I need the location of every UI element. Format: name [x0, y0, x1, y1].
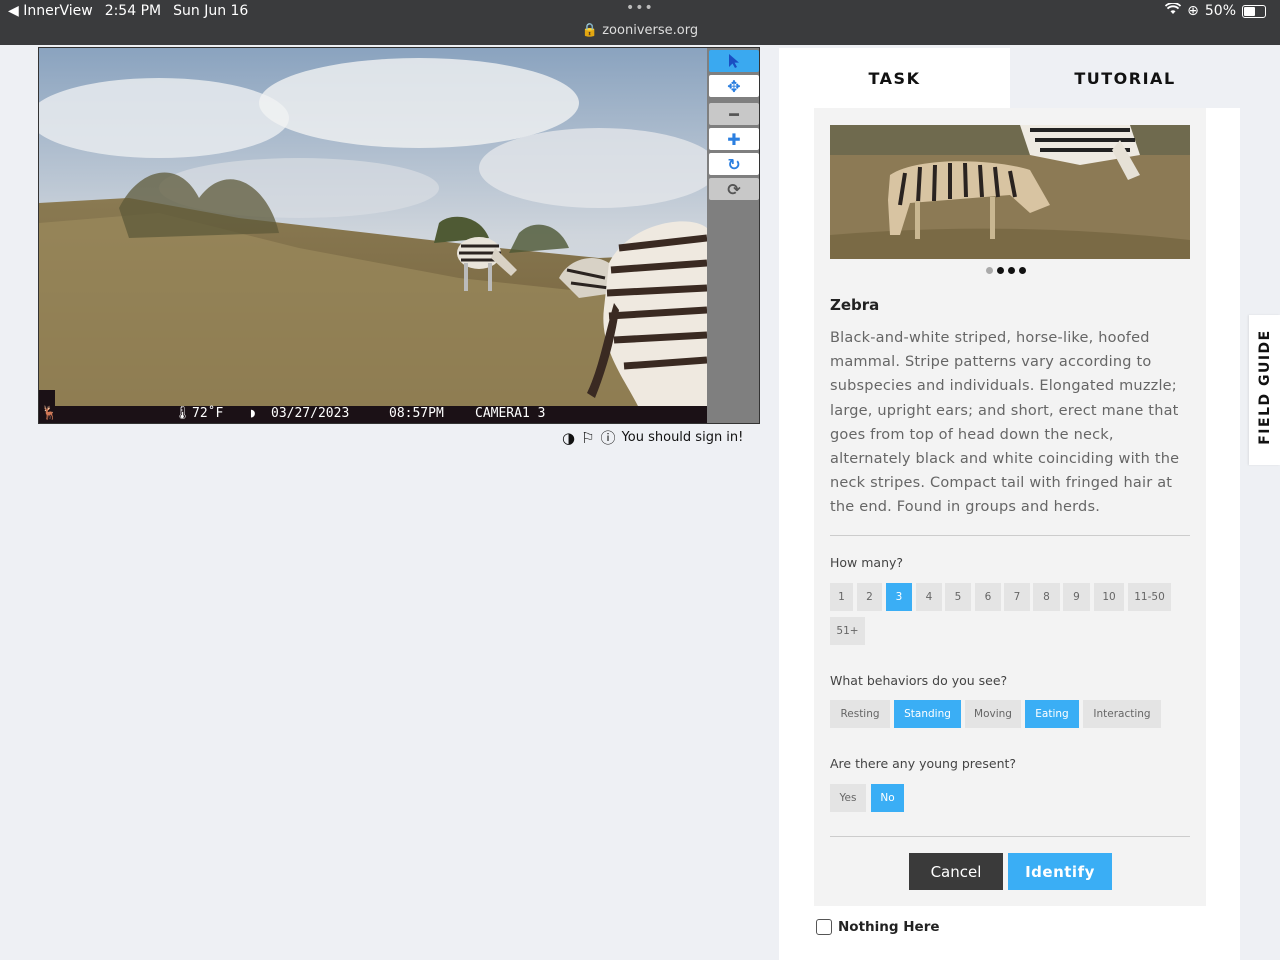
clock-time: 2:54 PM [104, 3, 162, 19]
flag-icon[interactable]: ⚐ [581, 429, 594, 447]
option-resting[interactable]: Resting [830, 700, 890, 728]
field-guide-tab[interactable]: FIELD GUIDE [1249, 315, 1280, 465]
tab-tutorial[interactable]: TUTORIAL [1010, 48, 1240, 108]
identify-button[interactable]: Identify [1008, 853, 1112, 890]
move-tool-button[interactable]: ✥ [709, 75, 759, 97]
option-9[interactable]: 9 [1063, 583, 1090, 611]
camera-temperature: 72˚F [192, 406, 224, 421]
orientation-lock-icon: ⊕ [1187, 3, 1199, 19]
panel-tabs: TASK TUTORIAL [779, 48, 1240, 108]
option-8[interactable]: 8 [1033, 583, 1060, 611]
zoom-in-button[interactable]: ✚ [709, 128, 759, 150]
option-eating[interactable]: Eating [1025, 700, 1079, 728]
wifi-icon [1165, 2, 1182, 19]
subject-viewer[interactable]: 🦌 🌡 72˚F ◗ 03/27/2023 08:57PM CAMERA1 3 … [38, 47, 760, 424]
option-no[interactable]: No [871, 784, 904, 812]
option-11-50[interactable]: 11-50 [1128, 583, 1171, 611]
zoom-out-button[interactable]: ━ [709, 103, 759, 125]
cancel-button[interactable]: Cancel [909, 853, 1003, 890]
back-to-app-link[interactable]: ◀ InnerView [8, 3, 93, 19]
camera-time: 08:57PM [389, 406, 444, 421]
url-bar[interactable]: 🔒 zooniverse.org [0, 23, 1280, 38]
field-guide-label: FIELD GUIDE [1257, 329, 1273, 445]
option-moving[interactable]: Moving [965, 700, 1021, 728]
reset-button[interactable]: ⟳ [709, 178, 759, 200]
multitasking-dots-icon[interactable]: ••• [626, 0, 654, 16]
camera-trap-photo[interactable] [39, 48, 707, 423]
contrast-icon[interactable]: ◑ [562, 429, 575, 447]
species-description: Black-and-white striped, horse-like, hoo… [830, 330, 1180, 516]
camera-info-strip: 🦌 🌡 72˚F ◗ 03/27/2023 08:57PM CAMERA1 3 [39, 406, 707, 423]
divider [830, 836, 1190, 837]
divider [830, 535, 1190, 536]
camera-name: CAMERA1 3 [475, 406, 546, 421]
option-interacting[interactable]: Interacting [1083, 700, 1161, 728]
option-standing[interactable]: Standing [894, 700, 961, 728]
camera-date: 03/27/2023 [271, 406, 350, 421]
camera-brand-logo: 🦌 [41, 406, 58, 421]
option-2[interactable]: 2 [857, 583, 882, 611]
move-icon: ✥ [727, 76, 741, 96]
option-51-[interactable]: 51+ [830, 617, 865, 645]
task-panel: TASK TUTORIAL Zebra Black-and-white stri… [779, 48, 1240, 960]
carousel-dot[interactable] [1008, 267, 1015, 274]
moon-phase-icon: ◗ [249, 406, 257, 421]
pointer-icon [729, 54, 739, 68]
nothing-here-option[interactable]: Nothing Here [816, 919, 940, 935]
lock-icon: 🔒 [581, 23, 599, 38]
pointer-tool-button[interactable] [709, 50, 759, 72]
option-7[interactable]: 7 [1004, 583, 1030, 611]
rotate-icon: ↻ [727, 154, 741, 174]
carousel-dot[interactable] [997, 267, 1004, 274]
nothing-here-label: Nothing Here [838, 919, 940, 935]
option-10[interactable]: 10 [1094, 583, 1124, 611]
status-bar: ◀ InnerView 2:54 PM Sun Jun 16 ••• 🔒 zoo… [0, 0, 1280, 45]
sign-in-message[interactable]: You should sign in! [622, 430, 744, 445]
tab-task[interactable]: TASK [779, 48, 1010, 108]
question-behaviors: What behaviors do you see? [830, 673, 1008, 688]
battery-icon [1242, 4, 1266, 18]
option-3[interactable]: 3 [886, 583, 912, 611]
zoom-in-icon: ✚ [727, 129, 741, 149]
battery-percent: 50% [1204, 3, 1236, 19]
viewer-footer: ◑ ⚐ ⓘ You should sign in! [562, 427, 743, 448]
option-4[interactable]: 4 [916, 583, 942, 611]
species-name: Zebra [830, 296, 880, 314]
species-detail: Zebra Black-and-white striped, horse-lik… [814, 108, 1206, 906]
option-5[interactable]: 5 [945, 583, 971, 611]
question-how-many: How many? [830, 555, 904, 570]
option-1[interactable]: 1 [830, 583, 853, 611]
image-carousel-dots[interactable] [986, 267, 1026, 274]
url-text: zooniverse.org [602, 23, 699, 38]
species-example-image[interactable] [830, 125, 1190, 259]
info-icon[interactable]: ⓘ [601, 427, 616, 448]
option-yes[interactable]: Yes [830, 784, 866, 812]
nothing-here-checkbox[interactable] [816, 919, 832, 935]
question-young: Are there any young present? [830, 756, 1017, 771]
carousel-dot[interactable] [1019, 267, 1026, 274]
thermometer-icon: 🌡 [174, 406, 191, 421]
reset-icon: ⟳ [727, 179, 741, 199]
option-6[interactable]: 6 [975, 583, 1001, 611]
carousel-dot[interactable] [986, 267, 993, 274]
zoom-out-icon: ━ [729, 104, 739, 124]
clock-date: Sun Jun 16 [173, 3, 249, 19]
rotate-button[interactable]: ↻ [709, 153, 759, 175]
